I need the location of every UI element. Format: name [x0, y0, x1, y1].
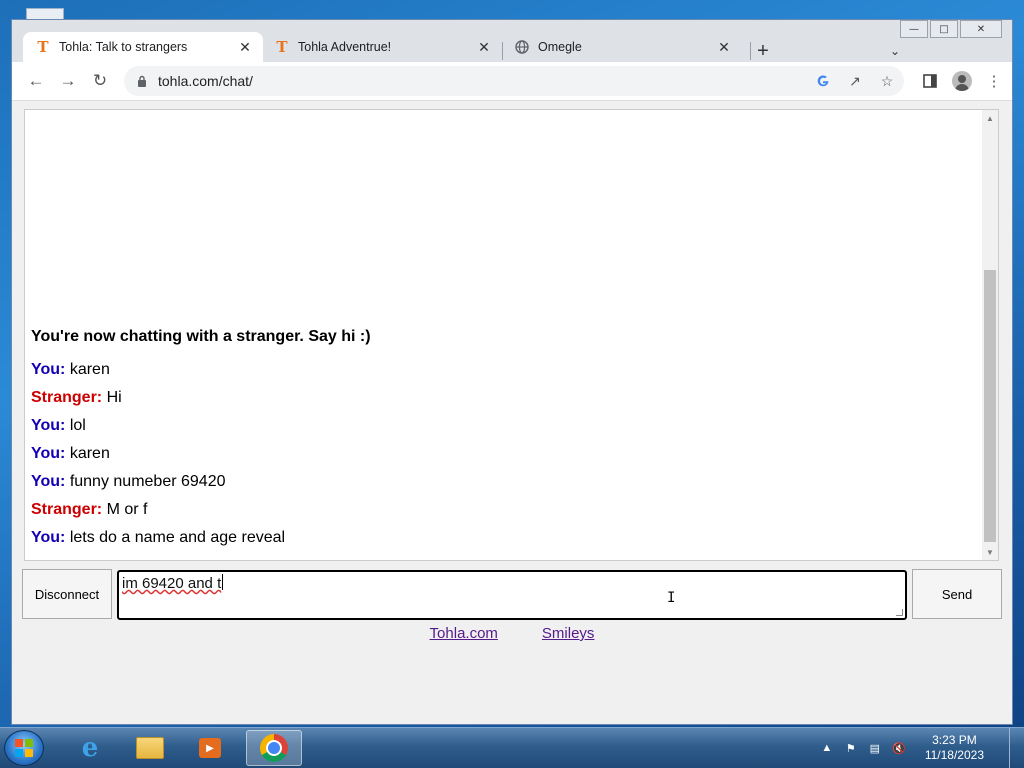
tab-title: Omegle: [538, 40, 582, 54]
system-message: You're now chatting with a stranger. Say…: [31, 328, 371, 345]
close-tab-icon[interactable]: ✕: [237, 39, 253, 55]
sender-label: Stranger:: [31, 389, 103, 406]
windows-taskbar: e ▶ ▲ ⚑ ▤ 🔇 3:23 PM 11/18/2023: [0, 727, 1024, 768]
reload-icon[interactable]: ↻: [88, 69, 112, 93]
show-desktop-button[interactable]: [1009, 728, 1024, 768]
lock-icon[interactable]: [134, 75, 150, 87]
close-tab-icon[interactable]: ✕: [716, 39, 732, 55]
ibeam-cursor-icon: I: [667, 590, 676, 606]
close-tab-icon[interactable]: ✕: [476, 39, 492, 55]
message-row: You: funny numeber 69420: [31, 468, 978, 496]
sender-label: You:: [31, 473, 66, 490]
sender-label: You:: [31, 529, 66, 546]
tohla-home-link[interactable]: Tohla.com: [430, 625, 498, 642]
message-row: You: karen: [31, 440, 978, 468]
show-hidden-icons-chevron-icon[interactable]: ▲: [819, 740, 835, 756]
tab-title: Tohla: Talk to strangers: [59, 40, 188, 54]
send-button[interactable]: Send: [912, 569, 1002, 619]
share-icon[interactable]: ↗: [844, 70, 866, 92]
profile-avatar-icon[interactable]: [950, 69, 974, 93]
bookmark-star-icon[interactable]: ☆: [876, 70, 898, 92]
internet-explorer-taskbar-icon[interactable]: e: [62, 730, 118, 766]
chrome-taskbar-icon[interactable]: [246, 730, 302, 766]
tab-search-chevron-icon[interactable]: ⌄: [884, 40, 906, 62]
browser-toolbar: ← → ↻ tohla.com/chat/ ↗ ☆ ⋮: [12, 62, 1012, 101]
page-content: You're now chatting with a stranger. Say…: [12, 101, 1012, 724]
message-list: You're now chatting with a stranger. Say…: [31, 328, 978, 552]
system-tray: ▲ ⚑ ▤ 🔇 3:23 PM 11/18/2023: [819, 728, 984, 768]
sender-label: You:: [31, 445, 66, 462]
input-text: im 69420 and t: [122, 575, 222, 592]
windows-logo-icon: [15, 739, 33, 757]
action-center-flag-icon[interactable]: ⚑: [843, 740, 859, 756]
message-text: karen: [69, 361, 110, 378]
file-explorer-taskbar-icon[interactable]: [122, 730, 178, 766]
message-row: You: lol: [31, 412, 978, 440]
scroll-down-arrow-icon[interactable]: ▼: [982, 544, 998, 560]
message-row: Stranger: M or f: [31, 496, 978, 524]
side-panel-icon[interactable]: [918, 69, 942, 93]
message-row: You: lets do a name and age reveal: [31, 524, 978, 552]
tab-tohla-chat[interactable]: T Tohla: Talk to strangers ✕: [23, 32, 263, 62]
network-icon[interactable]: ▤: [867, 740, 883, 756]
tab-separator: [750, 42, 751, 60]
scroll-thumb[interactable]: [984, 270, 996, 542]
disconnect-button[interactable]: Disconnect: [22, 569, 112, 619]
sender-label: Stranger:: [31, 501, 103, 518]
footer-links: Tohla.com Smileys: [12, 625, 1012, 642]
message-row: You: karen: [31, 356, 978, 384]
new-tab-icon[interactable]: +: [752, 40, 774, 62]
tab-title: Tohla Adventrue!: [298, 40, 392, 54]
message-text: lets do a name and age reveal: [69, 529, 286, 546]
message-text: lol: [69, 417, 86, 434]
tohla-favicon-icon: T: [276, 38, 288, 56]
menu-kebab-icon[interactable]: ⋮: [982, 69, 1006, 93]
globe-icon: [514, 39, 530, 55]
media-player-taskbar-icon[interactable]: ▶: [182, 730, 238, 766]
message-text: M or f: [106, 501, 148, 518]
forward-arrow-icon[interactable]: →: [56, 69, 80, 93]
message-row: Stranger: Hi: [31, 384, 978, 412]
tab-strip: T Tohla: Talk to strangers ✕ T Tohla Adv…: [12, 28, 1012, 62]
chat-log[interactable]: You're now chatting with a stranger. Say…: [24, 109, 999, 561]
clock-time: 3:23 PM: [932, 733, 977, 747]
tohla-favicon-icon: T: [37, 38, 49, 56]
chat-message-input[interactable]: im 69420 and t: [117, 570, 907, 620]
message-text: karen: [69, 445, 110, 462]
tab-tohla-adventure[interactable]: T Tohla Adventrue! ✕: [262, 32, 502, 62]
sender-label: You:: [31, 417, 66, 434]
clock-date: 11/18/2023: [924, 748, 984, 762]
chat-scrollbar[interactable]: ▲ ▼: [982, 110, 998, 560]
url-text: tohla.com/chat/: [158, 73, 253, 89]
taskbar-clock[interactable]: 3:23 PM 11/18/2023: [925, 733, 984, 763]
volume-muted-icon[interactable]: 🔇: [891, 740, 907, 756]
message-text: Hi: [106, 389, 122, 406]
start-button[interactable]: [4, 730, 44, 766]
tab-omegle[interactable]: Omegle ✕: [502, 32, 742, 62]
back-arrow-icon[interactable]: ←: [24, 69, 48, 93]
sender-label: You:: [31, 361, 66, 378]
textarea-resize-handle[interactable]: [896, 609, 903, 616]
message-text: funny numeber 69420: [69, 473, 226, 490]
chrome-window: — □ ✕ T Tohla: Talk to strangers ✕ T Toh…: [11, 19, 1013, 725]
address-bar[interactable]: tohla.com/chat/ ↗ ☆: [124, 66, 904, 96]
google-lens-icon[interactable]: [812, 70, 834, 92]
smileys-link[interactable]: Smileys: [542, 625, 595, 642]
scroll-up-arrow-icon[interactable]: ▲: [982, 110, 998, 126]
text-caret: [222, 574, 224, 590]
